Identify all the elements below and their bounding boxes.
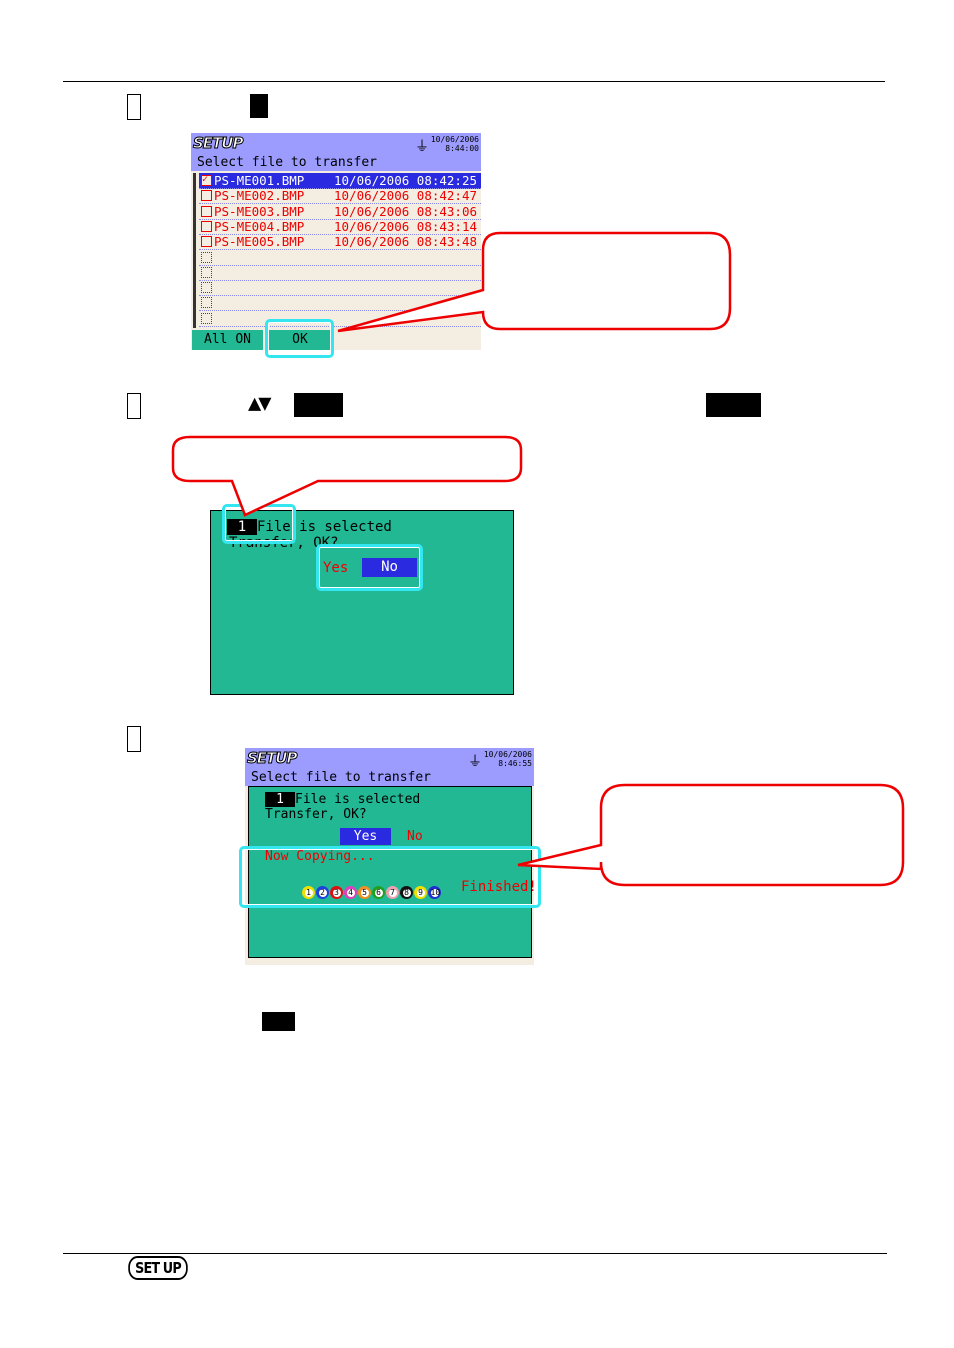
callout-layer xyxy=(171,231,905,887)
callout-bubble xyxy=(337,231,732,333)
callout-bubble xyxy=(171,435,523,517)
footer-rule xyxy=(63,1253,887,1254)
callout-bubble xyxy=(517,783,905,887)
setup-key-icon: SET UP xyxy=(128,1256,188,1280)
manual-page: SETUP ⏚ 10/06/2006 8:44:00 Select file to… xyxy=(0,0,954,1348)
